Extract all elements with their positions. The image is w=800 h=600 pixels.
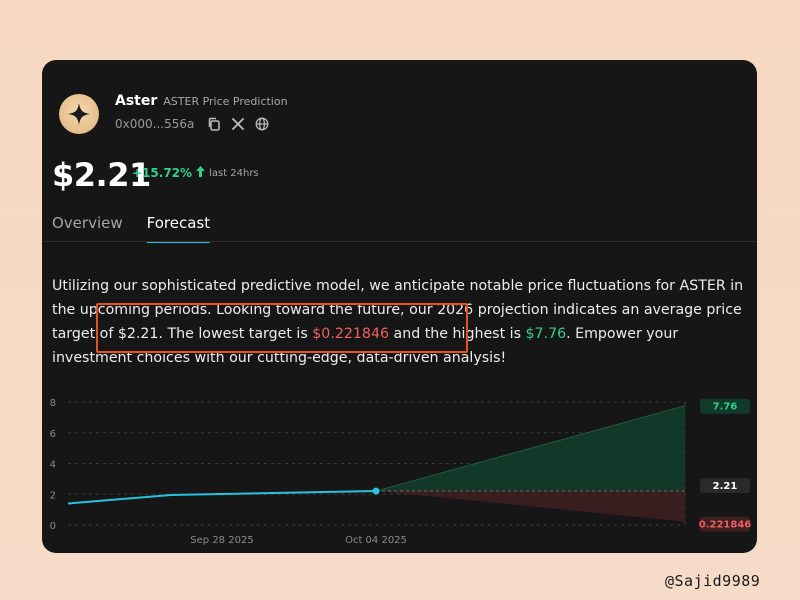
price-change-percent: +15.72% <box>132 166 193 180</box>
tab-bar: Overview Forecast <box>52 214 211 243</box>
lowest-target-value: $0.221846 <box>312 326 390 342</box>
value-tag-label-average: 2.21 <box>713 481 738 492</box>
y-tick-label: 8 <box>50 398 56 409</box>
value-tag-label-high: 7.76 <box>713 402 738 413</box>
value-tag-label-low: 0.221846 <box>699 520 752 531</box>
y-tick-label: 4 <box>50 460 56 471</box>
tab-forecast[interactable]: Forecast <box>146 214 211 243</box>
current-price-point <box>372 487 380 495</box>
forecast-chart: 0 2 4 6 8 Sep 28 2025 Oct 04 2025 7.76 2.21 0.221… <box>50 398 752 546</box>
description-text-2: and the highest is <box>389 326 526 342</box>
contract-address: 0x000...556a <box>115 117 195 131</box>
coin-subtitle: ASTER Price Prediction <box>163 95 288 108</box>
address-row: 0x000...556a <box>115 116 270 132</box>
coin-name: Aster <box>115 93 158 109</box>
x-tick-label: Oct 04 2025 <box>345 535 407 546</box>
x-twitter-icon[interactable] <box>230 116 246 132</box>
price-change-row: +15.72% last 24hrs <box>132 166 259 180</box>
forecast-low-area <box>376 491 685 522</box>
y-tick-label: 2 <box>50 490 56 501</box>
highest-target-value: $7.76 <box>525 326 567 342</box>
x-tick-label: Sep 28 2025 <box>190 535 253 546</box>
tab-divider <box>42 241 757 242</box>
arrow-up-icon <box>196 166 206 180</box>
coin-title-row: Aster ASTER Price Prediction <box>115 93 288 109</box>
copy-icon[interactable] <box>206 116 222 132</box>
y-tick-label: 6 <box>50 429 56 440</box>
price-change-period: last 24hrs <box>209 167 259 179</box>
price-history-line <box>67 490 377 505</box>
tab-overview[interactable]: Overview <box>52 214 123 243</box>
y-tick-label: 0 <box>50 521 56 532</box>
globe-icon[interactable] <box>254 116 270 132</box>
aster-logo-icon <box>59 94 99 134</box>
watermark: @Sajid9989 <box>665 572 761 590</box>
forecast-description: Utilizing our sophisticated predictive m… <box>52 274 749 370</box>
